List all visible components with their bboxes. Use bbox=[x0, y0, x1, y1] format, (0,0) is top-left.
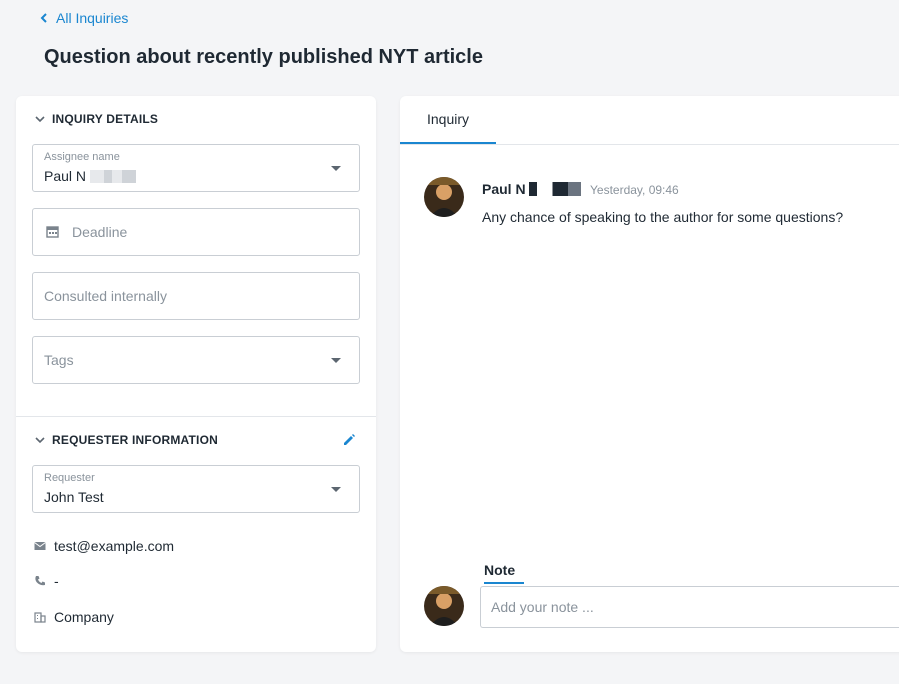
tags-select[interactable]: Tags bbox=[32, 336, 360, 384]
avatar bbox=[424, 586, 464, 626]
deadline-placeholder: Deadline bbox=[72, 224, 128, 240]
requester-email-row: test@example.com bbox=[34, 538, 174, 554]
message-timestamp: Yesterday, 09:46 bbox=[590, 183, 679, 197]
dropdown-caret-icon bbox=[331, 166, 341, 171]
back-link-label: All Inquiries bbox=[56, 10, 129, 26]
requester-phone-row: - bbox=[34, 573, 59, 589]
requester-select[interactable]: Requester John Test bbox=[32, 465, 360, 513]
consulted-internally-field[interactable]: Consulted internally bbox=[32, 272, 360, 320]
requester-phone: - bbox=[54, 573, 59, 589]
requester-email: test@example.com bbox=[54, 538, 175, 554]
inquiry-details-toggle[interactable]: INQUIRY DETAILS bbox=[34, 112, 158, 126]
details-panel: INQUIRY DETAILS Assignee name Paul N Dea… bbox=[16, 96, 376, 652]
tab-inquiry[interactable]: Inquiry bbox=[400, 96, 496, 144]
building-icon bbox=[34, 612, 46, 623]
requester-info-toggle[interactable]: REQUESTER INFORMATION bbox=[34, 433, 218, 447]
message-author: Paul N bbox=[482, 181, 582, 197]
deadline-field[interactable]: Deadline bbox=[32, 208, 360, 256]
requester-label: Requester bbox=[44, 472, 95, 484]
consulted-placeholder: Consulted internally bbox=[44, 288, 167, 304]
conversation-panel: Inquiry Paul N Yesterday, 09:46 Any chan… bbox=[400, 96, 899, 652]
assignee-label: Assignee name bbox=[44, 151, 120, 163]
avatar bbox=[424, 177, 464, 217]
redacted-name bbox=[529, 182, 582, 196]
chevron-down-icon bbox=[35, 116, 45, 123]
message-text: Any chance of speaking to the author for… bbox=[482, 209, 844, 225]
requester-info-header: REQUESTER INFORMATION bbox=[52, 433, 218, 447]
tab-divider bbox=[400, 144, 899, 145]
requester-company: Company bbox=[54, 609, 114, 625]
section-divider bbox=[16, 416, 376, 417]
note-input[interactable] bbox=[480, 586, 899, 628]
requester-value: John Test bbox=[44, 489, 104, 505]
tab-note[interactable]: Note bbox=[484, 562, 515, 578]
tags-placeholder: Tags bbox=[44, 352, 74, 368]
dropdown-caret-icon bbox=[331, 358, 341, 363]
pencil-icon[interactable] bbox=[342, 433, 356, 447]
back-to-inquiries-link[interactable]: All Inquiries bbox=[38, 10, 128, 26]
assignee-value: Paul N bbox=[44, 168, 137, 184]
dropdown-caret-icon bbox=[331, 487, 341, 492]
redacted-name bbox=[90, 170, 137, 183]
assignee-select[interactable]: Assignee name Paul N bbox=[32, 144, 360, 192]
requester-company-row: Company bbox=[34, 609, 114, 625]
phone-icon bbox=[35, 576, 45, 586]
chevron-down-icon bbox=[35, 437, 45, 444]
envelope-icon bbox=[34, 542, 46, 550]
inquiry-details-header: INQUIRY DETAILS bbox=[52, 112, 159, 126]
chevron-left-icon bbox=[40, 13, 47, 23]
note-tab-indicator bbox=[484, 582, 524, 584]
calendar-icon bbox=[46, 226, 59, 238]
page-title: Question about recently published NYT ar… bbox=[44, 46, 483, 68]
